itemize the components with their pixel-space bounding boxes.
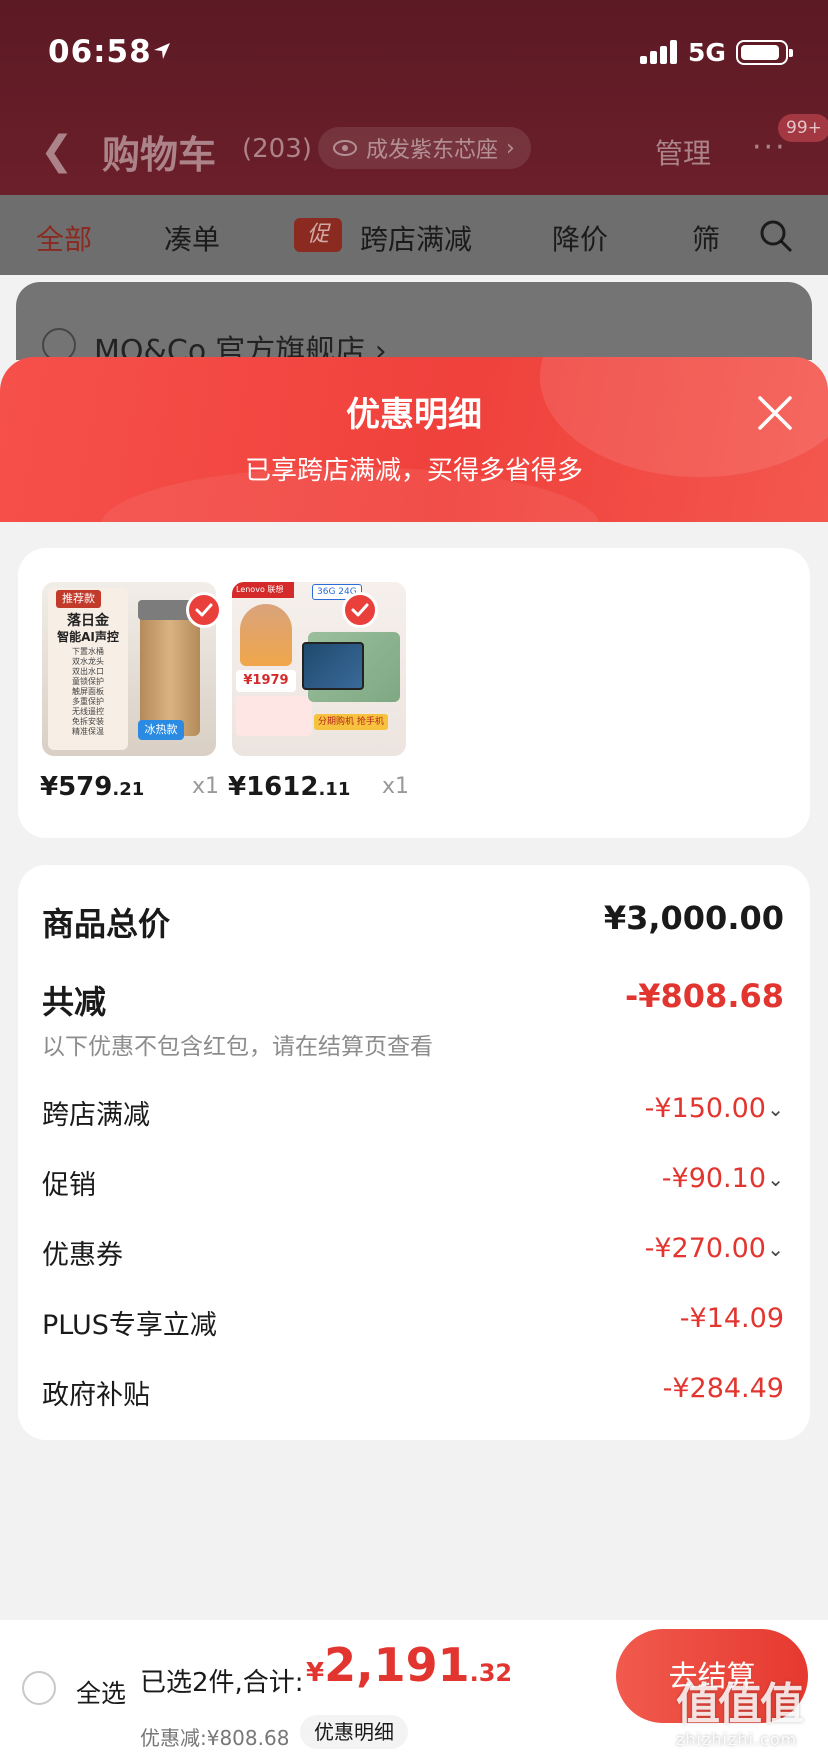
tab-cross-store[interactable]: 跨店满减 — [360, 218, 472, 258]
page-title: 购物车 — [102, 133, 217, 177]
address-selector[interactable]: 成发紫东芯座 › — [318, 127, 531, 169]
selected-products-card: 推荐款 落日金 智能AI声控 下置水桶 双水龙头 双出水口 童锁保护 触屏面板 … — [18, 548, 810, 838]
tablet-screen — [302, 642, 364, 690]
message-badge: 99+ — [778, 114, 828, 142]
address-text: 成发紫东芯座 — [366, 138, 499, 163]
product-price: ¥579.21 — [40, 772, 145, 802]
thumb-promo-tag: 分期购机 抢手机 — [314, 714, 388, 730]
thumb-recommend-tag: 推荐款 — [56, 590, 101, 608]
total-reduce-value: -¥808.68 — [624, 977, 784, 1015]
discount-row-cross-store[interactable]: 跨店满减 -¥150.00 ⌄ — [42, 1093, 784, 1133]
total-price-value: ¥3,000.00 — [603, 899, 784, 937]
signal-icon — [640, 40, 678, 64]
cart-count: (203) — [242, 134, 312, 164]
watermark-url: zhizhizhi.com — [676, 1730, 798, 1749]
thumb-product-name: 落日金 — [67, 613, 109, 629]
total-reduce-row: 共减 -¥808.68 — [42, 977, 784, 1021]
thumb-product-subname: 智能AI声控 — [57, 630, 119, 644]
discount-sheet-header: 优惠明细 已享跨店满减，买得多省得多 — [0, 357, 828, 522]
total-reduce-label: 共减 — [42, 983, 107, 1021]
status-bar: 06:58 5G — [0, 0, 828, 100]
discount-detail-button[interactable]: 优惠明细 — [300, 1715, 408, 1749]
tab-price-drop[interactable]: 降价 — [552, 218, 608, 258]
select-all-radio[interactable] — [22, 1671, 56, 1705]
chevron-down-icon: ⌄ — [767, 1097, 784, 1121]
location-arrow-icon — [154, 43, 170, 59]
thumb-price-tag: ¥1979 — [236, 670, 296, 692]
manage-button[interactable]: 管理 — [655, 132, 711, 172]
tab-bundle[interactable]: 凑单 — [164, 218, 220, 258]
sheet-title: 优惠明细 — [346, 395, 482, 435]
sheet-subtitle: 已享跨店满减，买得多省得多 — [244, 456, 583, 486]
thumb-model-figure — [240, 604, 292, 666]
discount-row-promotion[interactable]: 促销 -¥90.10 ⌄ — [42, 1163, 784, 1203]
chevron-right-icon: › — [506, 135, 515, 161]
product-thumbnail: Lenovo 联想 36G 24G ¥1979 分期购机 抢手机 — [232, 582, 406, 756]
discount-row-coupon[interactable]: 优惠券 -¥270.00 ⌄ — [42, 1233, 784, 1273]
selected-summary: 已选2件,合计: — [140, 1668, 304, 1698]
select-all-label[interactable]: 全选 — [76, 1674, 126, 1710]
chevron-down-icon: ⌄ — [767, 1237, 784, 1261]
tab-all[interactable]: 全部 — [36, 218, 92, 258]
thumb-variant-tag: 冰热款 — [138, 720, 184, 740]
discount-summary: 优惠减:¥808.68 — [140, 1726, 290, 1750]
discount-details-card — [18, 865, 810, 1440]
discount-row-plus: PLUS专享立减 -¥14.09 — [42, 1303, 784, 1341]
thumb-info-block — [236, 696, 312, 736]
discount-hint: 以下优惠不包含红包，请在结算页查看 — [42, 1034, 433, 1060]
discount-row-subsidy: 政府补贴 -¥284.49 — [42, 1373, 784, 1411]
chevron-down-icon: ⌄ — [767, 1167, 784, 1191]
status-time: 06:58 — [48, 34, 152, 70]
tab-filter[interactable]: 筛 — [692, 218, 720, 258]
selected-check-icon — [186, 592, 222, 628]
product-qty: x1 — [382, 774, 410, 799]
product-qty: x1 — [192, 774, 220, 799]
dispenser-body — [140, 612, 200, 736]
background-page: 06:58 5G ❮ 购物车 (203) 成发紫东芯座 › 管理 ··· 99+… — [0, 0, 828, 360]
store-name[interactable]: MO&Co.官方旗舰店 › — [94, 326, 387, 360]
total-price-label: 商品总价 — [42, 905, 171, 943]
thumb-brand-bar: Lenovo 联想 — [232, 582, 294, 598]
store-radio[interactable] — [42, 328, 76, 360]
watermark-logo: 值值值 — [676, 1679, 804, 1730]
close-icon[interactable] — [756, 394, 794, 432]
grand-total: ¥2,191.32 — [306, 1638, 513, 1692]
site-watermark: 值值值 zhizhizhi.com — [676, 1668, 826, 1754]
network-type: 5G — [688, 38, 726, 67]
eye-icon — [333, 140, 357, 156]
battery-icon — [736, 40, 793, 65]
search-icon[interactable] — [758, 218, 794, 254]
total-price-row: 商品总价 ¥3,000.00 — [42, 899, 784, 943]
back-icon[interactable]: ❮ — [40, 128, 74, 174]
selected-check-icon — [342, 592, 378, 628]
promo-tag-icon: 促 — [294, 218, 342, 252]
nav-bar: ❮ 购物车 (203) 成发紫东芯座 › 管理 ··· 99+ — [0, 110, 828, 185]
product-price: ¥1612.11 — [228, 772, 351, 802]
thumb-feature-list: 下置水桶 双水龙头 双出水口 童锁保护 触屏面板 多重保护 无线遥控 免拆安装 … — [72, 647, 104, 736]
